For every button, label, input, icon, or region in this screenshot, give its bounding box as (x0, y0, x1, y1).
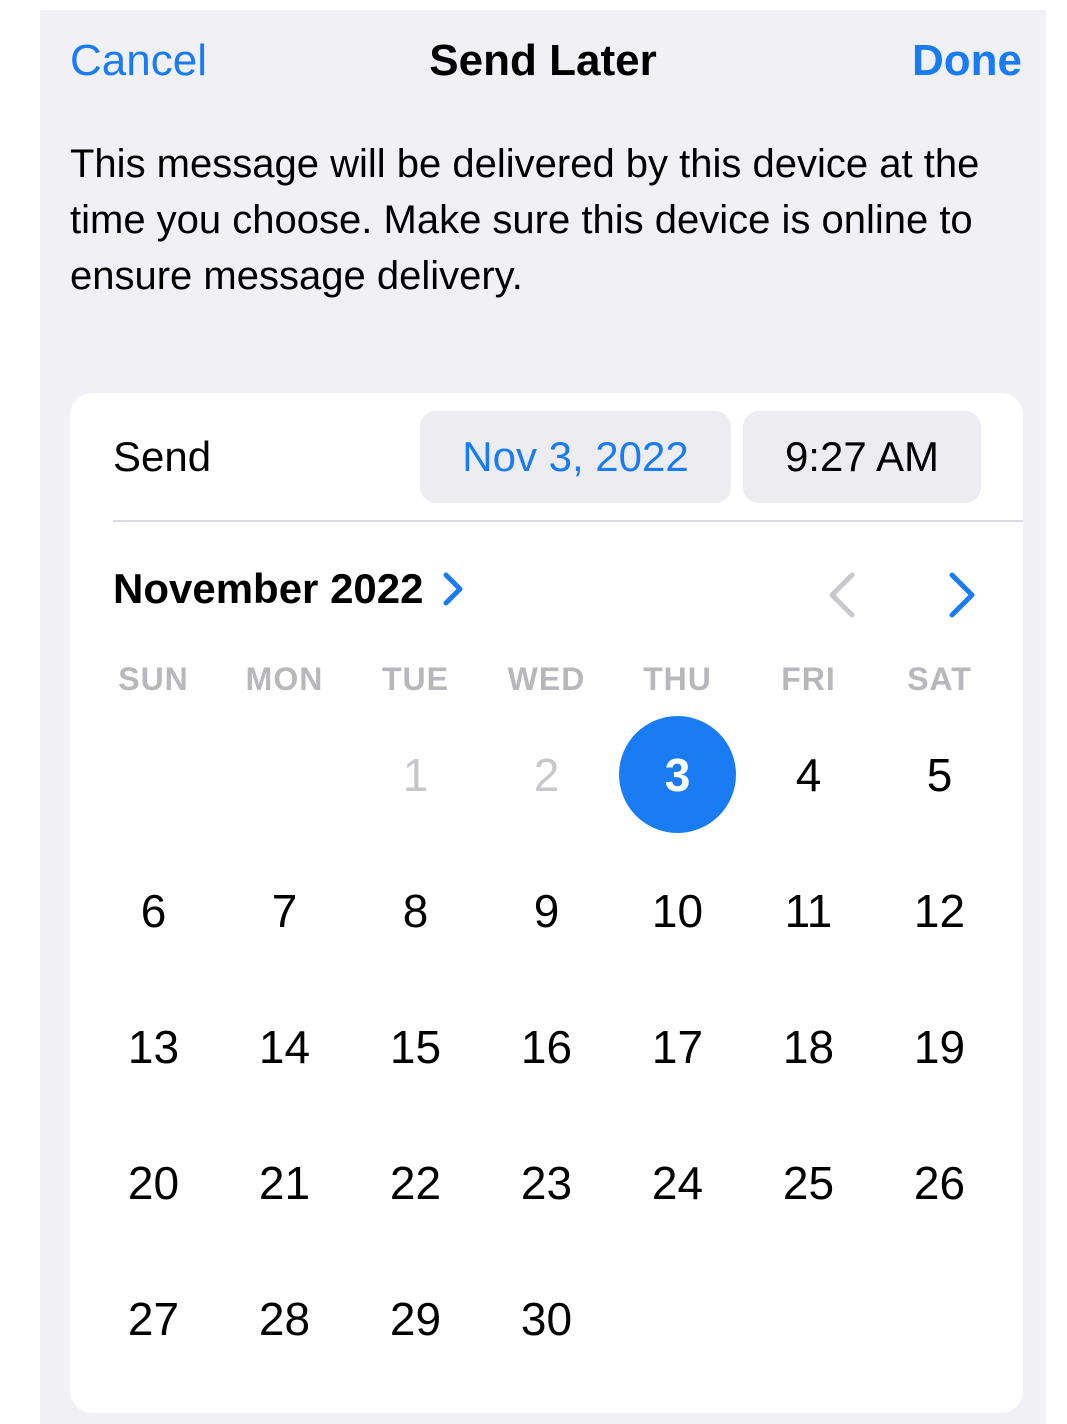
calendar-day[interactable]: 11 (743, 851, 874, 971)
calendar-day[interactable]: 7 (219, 851, 350, 971)
weekday-label: SUN (118, 661, 189, 697)
day-number: 13 (127, 1021, 180, 1073)
calendar-day[interactable]: 10 (612, 851, 743, 971)
send-label: Send (113, 433, 212, 480)
day-number: 12 (913, 885, 966, 937)
day-number: 11 (784, 885, 833, 937)
chevron-left-icon (829, 572, 855, 618)
cancel-button[interactable]: Cancel (70, 36, 207, 86)
send-later-sheet: Cancel Send Later Done This message will… (40, 10, 1046, 1424)
calendar-day-selected[interactable]: 3 (612, 715, 743, 835)
day-number: 4 (795, 749, 822, 801)
chevron-right-icon (949, 572, 975, 618)
calendar-grid: 1 2 3 4 5 6 7 8 9 10 11 12 13 14 15 16 17 18 19 20 21 22 23 24 2… (88, 715, 1006, 1405)
month-label: November 2022 (113, 565, 424, 612)
day-number: 2 (533, 749, 560, 801)
day-number: 10 (651, 885, 704, 937)
day-number: 16 (520, 1021, 573, 1073)
day-number: 19 (913, 1021, 966, 1073)
calendar-day[interactable]: 27 (88, 1259, 219, 1379)
day-number: 27 (127, 1293, 180, 1345)
day-number: 24 (651, 1157, 704, 1209)
info-text: This message will be delivered by this d… (70, 142, 980, 298)
calendar-day[interactable]: 14 (219, 987, 350, 1107)
day-number: 5 (926, 749, 953, 801)
calendar-day[interactable]: 12 (874, 851, 1005, 971)
weekday-label: SAT (907, 661, 972, 697)
weekday-label: THU (643, 661, 712, 697)
weekday-label: WED (507, 661, 586, 697)
calendar-day: 1 (350, 715, 481, 835)
day-number: 18 (782, 1021, 835, 1073)
day-number: 9 (533, 885, 560, 937)
calendar-day: 2 (481, 715, 612, 835)
day-number: 7 (271, 885, 298, 937)
next-month-button[interactable] (942, 569, 982, 621)
date-picker-button[interactable]: Nov 3, 2022 (420, 411, 731, 503)
weekday-label: TUE (382, 661, 449, 697)
day-number: 15 (389, 1021, 442, 1073)
day-number: 25 (782, 1157, 835, 1209)
calendar-day[interactable]: 20 (88, 1123, 219, 1243)
navigation-bar: Cancel Send Later Done (40, 10, 1046, 110)
calendar-day[interactable]: 30 (481, 1259, 612, 1379)
time-picker-button[interactable]: 9:27 AM (743, 411, 981, 503)
weekday-header: SUN MON TUE WED THU FRI SAT (88, 661, 1006, 705)
calendar-day[interactable]: 29 (350, 1259, 481, 1379)
day-number: 3 (664, 749, 691, 801)
day-number: 26 (913, 1157, 966, 1209)
calendar-day[interactable]: 8 (350, 851, 481, 971)
calendar-day[interactable]: 22 (350, 1123, 481, 1243)
calendar-day[interactable]: 9 (481, 851, 612, 971)
calendar-day[interactable]: 13 (88, 987, 219, 1107)
previous-month-button[interactable] (822, 569, 862, 621)
done-button[interactable]: Done (912, 36, 1022, 86)
calendar-day[interactable]: 26 (874, 1123, 1005, 1243)
calendar-day[interactable]: 15 (350, 987, 481, 1107)
chevron-right-icon (443, 572, 463, 606)
weekday-label: MON (245, 661, 324, 697)
day-number: 8 (402, 885, 429, 937)
day-number: 30 (520, 1293, 573, 1345)
calendar-day[interactable]: 18 (743, 987, 874, 1107)
schedule-card: Send Nov 3, 2022 9:27 AM November 2022 S… (70, 393, 1023, 1413)
day-number: 29 (389, 1293, 442, 1345)
calendar-day[interactable]: 16 (481, 987, 612, 1107)
day-number: 17 (651, 1021, 704, 1073)
calendar-day[interactable]: 21 (219, 1123, 350, 1243)
calendar-day[interactable]: 28 (219, 1259, 350, 1379)
calendar-day[interactable]: 19 (874, 987, 1005, 1107)
day-number: 22 (389, 1157, 442, 1209)
calendar-day[interactable]: 17 (612, 987, 743, 1107)
weekday-label: FRI (781, 661, 836, 697)
calendar-day[interactable]: 5 (874, 715, 1005, 835)
divider (113, 520, 1023, 522)
calendar-day[interactable]: 24 (612, 1123, 743, 1243)
calendar-day[interactable]: 23 (481, 1123, 612, 1243)
day-number: 23 (520, 1157, 573, 1209)
calendar-day[interactable]: 6 (88, 851, 219, 971)
calendar-day[interactable]: 25 (743, 1123, 874, 1243)
day-number: 6 (140, 885, 167, 937)
day-number: 14 (258, 1021, 311, 1073)
day-number: 28 (258, 1293, 311, 1345)
month-year-selector[interactable]: November 2022 (113, 565, 468, 613)
calendar-day[interactable]: 4 (743, 715, 874, 835)
day-number: 20 (127, 1157, 180, 1209)
day-number: 1 (402, 749, 429, 801)
day-number: 21 (258, 1157, 311, 1209)
